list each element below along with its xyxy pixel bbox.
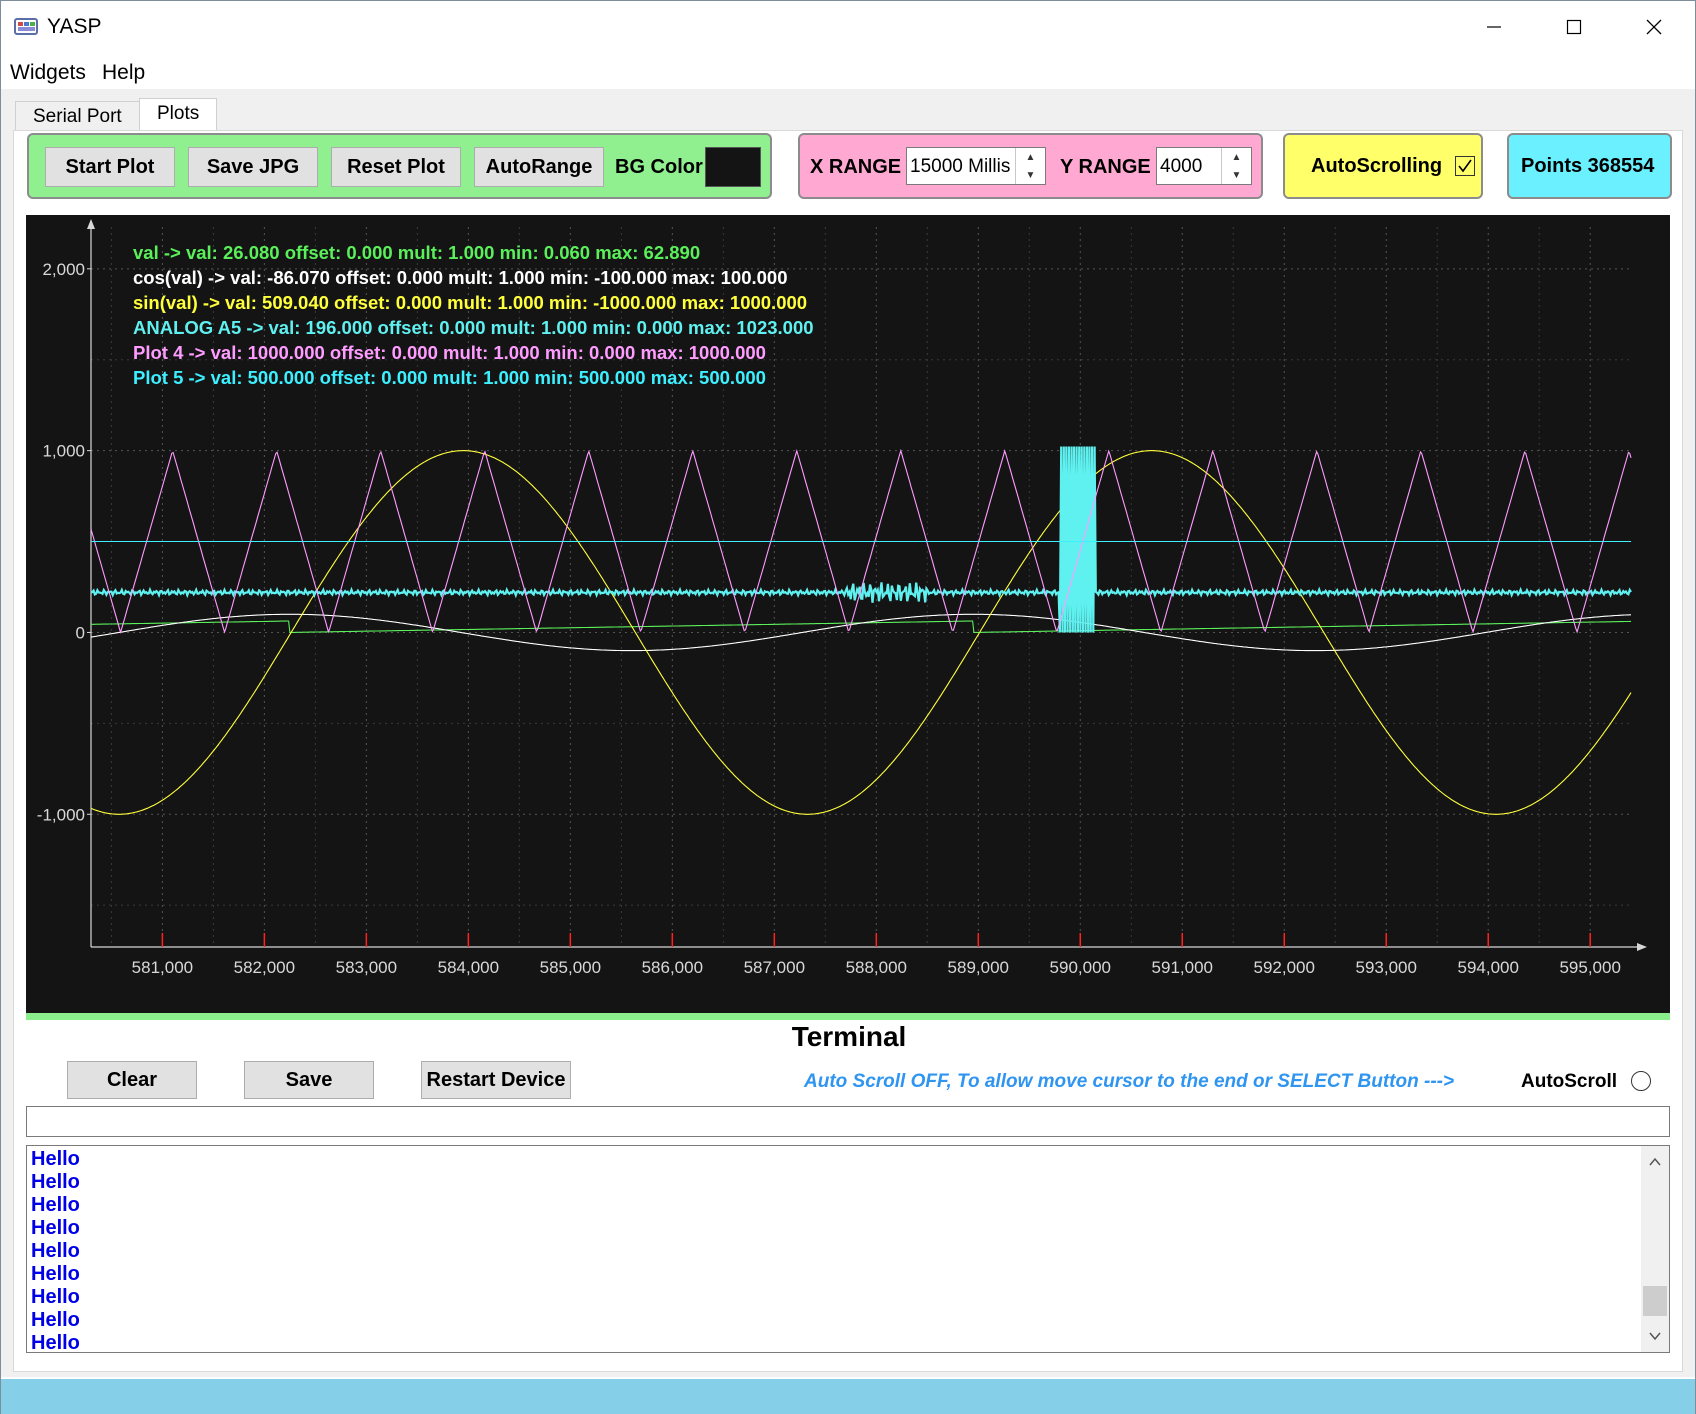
arrow-up-icon[interactable]: ▲ [1222,148,1251,166]
menu-widgets[interactable]: Widgets [10,61,86,85]
range-controls-group: X RANGE 15000 Millis ▲ ▼ Y RANGE 4000 ▲ … [798,133,1263,199]
x-tick-label: 590,000 [1050,958,1111,977]
x-tick-label: 591,000 [1152,958,1213,977]
series-line-analog-a5 [90,446,1632,633]
minimize-icon [1487,26,1501,28]
x-tick-label: 586,000 [642,958,703,977]
autoscroll-radio[interactable] [1631,1071,1651,1091]
checkmark-icon [1458,159,1472,173]
bg-color-swatch[interactable] [705,147,761,187]
x-tick-label: 584,000 [438,958,499,977]
y-range-value: 4000 [1160,156,1203,177]
terminal-log[interactable]: Hello Hello Hello Hello Hello Hello Hell… [26,1145,1670,1353]
scroll-down-icon[interactable] [1649,1332,1661,1341]
x-tick-label: 587,000 [744,958,805,977]
x-tick-label: 581,000 [132,958,193,977]
terminal-title: Terminal [791,1021,907,1052]
scroll-up-icon[interactable] [1649,1157,1661,1166]
app-icon [14,18,38,35]
y-axis-arrow [87,219,95,229]
y-range-label: Y RANGE [1060,156,1151,178]
arrow-down-icon[interactable]: ▼ [1016,166,1045,184]
autoscroll-label: AutoScroll [1521,1071,1618,1092]
y-range-stepper[interactable]: ▲ ▼ [1221,148,1251,184]
legend-entry: cos(val) -> val: -86.070 offset: 0.000 m… [133,267,788,288]
reset-plot-button[interactable]: Reset Plot [331,147,461,187]
log-line: Hello [31,1171,80,1193]
legend-entry: Plot 4 -> val: 1000.000 offset: 0.000 mu… [133,342,766,363]
arrow-up-icon[interactable]: ▲ [1016,148,1045,166]
title-bar[interactable]: YASP [1,1,1695,53]
points-counter: Points 368554 [1521,155,1655,177]
y-tick-label: 2,000 [42,260,85,279]
autoscrolling-group: AutoScrolling [1283,133,1483,199]
points-group: Points 368554 [1507,133,1672,199]
start-plot-button[interactable]: Start Plot [45,147,175,187]
close-button[interactable] [1614,1,1694,53]
x-range-spinbox[interactable]: 15000 Millis ▲ ▼ [906,147,1046,185]
x-tick-label: 588,000 [846,958,907,977]
x-range-value: 15000 Millis [910,156,1011,177]
x-axis-arrow [1637,943,1647,951]
close-icon [1646,19,1662,35]
status-bar [1,1379,1695,1414]
x-range-stepper[interactable]: ▲ ▼ [1015,148,1045,184]
log-line: Hello [31,1194,80,1216]
tab-serial-port[interactable]: Serial Port [15,101,140,131]
scroll-thumb[interactable] [1643,1286,1667,1316]
menu-help[interactable]: Help [102,61,145,85]
autoscroll-hint: Auto Scroll OFF, To allow move cursor to… [804,1071,1455,1092]
arrow-down-icon[interactable]: ▼ [1222,166,1251,184]
log-line: Hello [31,1217,80,1239]
maximize-button[interactable] [1534,1,1614,53]
window-title: YASP [47,15,102,38]
log-line: Hello [31,1263,80,1285]
x-range-label: X RANGE [810,156,902,178]
y-tick-label: -1,000 [37,805,85,824]
legend-entry: val -> val: 26.080 offset: 0.000 mult: 1… [133,242,700,263]
app-window: YASP Widgets Help Serial Port Plots Star… [0,0,1696,1414]
x-tick-label: 585,000 [540,958,601,977]
terminal-input[interactable] [26,1106,1670,1137]
log-line: Hello [31,1148,80,1170]
plot-controls-group: Start Plot Save JPG Reset Plot AutoRange… [27,133,772,199]
x-tick-label: 592,000 [1254,958,1315,977]
x-tick-label: 595,000 [1559,958,1620,977]
tab-plots[interactable]: Plots [139,98,218,131]
plot-canvas: 581,000 582,000 583,000 584,000 585,000 586,0… [37,219,1647,977]
minimize-button[interactable] [1454,1,1534,53]
x-tick-label: 593,000 [1356,958,1417,977]
menu-bar: Widgets Help [1,53,1695,89]
log-line: Hello [31,1240,80,1262]
plot-status-bar [26,1013,1670,1020]
legend-entry: ANALOG A5 -> val: 196.000 offset: 0.000 … [133,317,814,338]
save-button[interactable]: Save [244,1061,374,1099]
y-tick-label: 0 [76,623,85,642]
autoscrolling-checkbox[interactable] [1455,156,1475,176]
x-tick-label: 594,000 [1457,958,1518,977]
x-tick-label: 583,000 [336,958,397,977]
legend-entry: sin(val) -> val: 509.040 offset: 0.000 m… [133,292,807,313]
log-line: Hello [31,1286,80,1308]
log-line: Hello [31,1309,80,1331]
autorange-button[interactable]: AutoRange [474,147,604,187]
x-tick-label: 589,000 [948,958,1009,977]
legend-entry: Plot 5 -> val: 500.000 offset: 0.000 mul… [133,367,766,388]
save-jpg-button[interactable]: Save JPG [188,147,318,187]
plot-area[interactable]: 581,000 582,000 583,000 584,000 585,000 586,0… [26,215,1670,1013]
maximize-icon [1566,19,1582,35]
x-tick-label: 582,000 [234,958,295,977]
y-range-spinbox[interactable]: 4000 ▲ ▼ [1156,147,1252,185]
restart-device-button[interactable]: Restart Device [421,1061,571,1099]
log-line: Hello [31,1332,80,1353]
y-tick-label: 1,000 [42,442,85,461]
bg-color-label: BG Color [615,156,703,178]
autoscrolling-label: AutoScrolling [1311,155,1443,177]
clear-button[interactable]: Clear [67,1061,197,1099]
log-scrollbar[interactable] [1641,1146,1669,1352]
